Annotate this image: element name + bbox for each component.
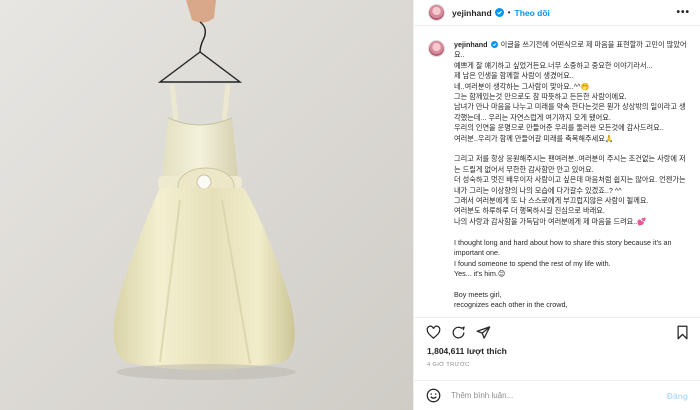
- caption-gap: [454, 227, 690, 237]
- caption-text-line: 여러분..우리가 함께 만들어갈 미래를 축복해주세요🙏: [454, 133, 614, 143]
- heart-icon[interactable]: [426, 325, 441, 340]
- caption-line: yejinhand 이글을 쓰기전에 어떤식으로 제 마음을 표현할까 고민이 많…: [454, 40, 690, 61]
- caption-text-line: I thought long and hard about how to sha…: [454, 237, 674, 258]
- verified-badge-icon: [490, 41, 498, 48]
- caption-text-line: 남녀가 만나 마음을 나누고 미래를 약속 한다는것은 뭔가 상상밖의 일이라고…: [454, 102, 686, 122]
- post-sidebar: yejinhand • Theo dõi ••• yejinhand 이글을 쓰기…: [413, 0, 700, 410]
- post-footer: 1,804,611 lượt thích 4 GIỜ TRƯỚC: [414, 317, 700, 368]
- caption-text-line: 제 남은 인생을 함께할 사람이 생겼어요..: [454, 71, 574, 81]
- more-horizontal-icon[interactable]: •••: [676, 7, 690, 18]
- caption-text-line: Boy meets girl,: [454, 289, 502, 299]
- dress-photo-illustration: [0, 0, 413, 410]
- emoji-icon[interactable]: [426, 388, 441, 403]
- post-comment-button[interactable]: Đăng: [667, 391, 688, 401]
- header-username[interactable]: yejinhand: [452, 8, 492, 18]
- share-icon[interactable]: [476, 325, 491, 340]
- caption-text-line: I found someone to spend the rest of my …: [454, 258, 611, 268]
- caption-text-line: 예쁘게 잘 얘기하고 싶었거든요.너무 소중하고 중요한 이야기라서...: [454, 60, 653, 70]
- caption-text-line: 네..여러분이 생각하는 그사람이 맞아요..^^🤭: [454, 81, 590, 91]
- action-bar: [414, 318, 700, 346]
- post-header: yejinhand • Theo dõi •••: [414, 0, 700, 26]
- comment-icon[interactable]: [451, 325, 466, 340]
- caption-text-line: 우리의 인연을 운명으로 만들어준 우리를 둘러싼 모든것에 감사드려요..: [454, 123, 664, 133]
- comment-bar: Thêm bình luận... Đăng: [414, 380, 700, 410]
- caption-text-line: 그는 함께있는것 만으로도 참 따뜻하고 든든한 사람이에요.: [454, 92, 627, 102]
- caption-avatar[interactable]: [428, 40, 445, 57]
- caption-text-line: 여러분도 하루하루 더 행복하시길 진심으로 바래요.: [454, 206, 605, 216]
- caption-text-line: 더 성숙하고 멋진 배우이자 사람이고 싶은데 마음처럼 쉽지는 않아요. 언젠…: [454, 175, 688, 195]
- caption-body: yejinhand 이글을 쓰기전에 어떤식으로 제 마음을 표현할까 고민이 많…: [454, 40, 690, 311]
- caption: yejinhand 이글을 쓰기전에 어떤식으로 제 마음을 표현할까 고민이 많…: [428, 40, 690, 315]
- caption-gap: [454, 279, 690, 289]
- caption-text-line: 나의 사랑과 감사함을 가득담아 여러분에게 제 마음을 드려요..💕: [454, 216, 647, 226]
- caption-username[interactable]: yejinhand: [454, 40, 488, 49]
- like-count[interactable]: 1,804,611 lượt thích: [414, 346, 700, 356]
- follow-button[interactable]: Theo dõi: [515, 8, 550, 18]
- post-time[interactable]: 4 GIỜ TRƯỚC: [414, 362, 700, 368]
- caption-text-line: 이글을 쓰기전에 어떤식으로 제 마음을 표현할까 고민이 많았어요..: [454, 40, 687, 60]
- caption-text-line: 그래서 여러분에게 또 나 스스로에게 부끄럽지않은 사람이 될께요.: [454, 196, 649, 206]
- avatar[interactable]: [428, 4, 445, 21]
- bookmark-icon[interactable]: [675, 325, 690, 340]
- caption-text-line: Yes... it's him.😊: [454, 268, 506, 278]
- post-window: yejinhand • Theo dõi ••• yejinhand 이글을 쓰기…: [0, 0, 700, 410]
- verified-badge-icon: [494, 8, 504, 17]
- post-photo[interactable]: [0, 0, 413, 410]
- caption-gap: [454, 144, 690, 154]
- caption-text-line: 그리고 저를 항상 응원해주시는 팬여러분..여러분이 주시는 조건없는 사랑에…: [454, 154, 686, 174]
- comment-input[interactable]: Thêm bình luận...: [451, 391, 513, 400]
- caption-text-line: recognizes each other in the crowd,: [454, 300, 568, 310]
- header-separator: •: [507, 8, 511, 17]
